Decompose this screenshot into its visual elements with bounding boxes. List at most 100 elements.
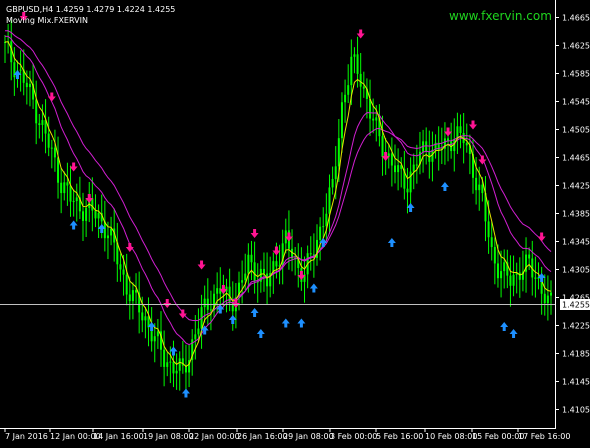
candle-body bbox=[534, 277, 537, 279]
time-tick-label: 3 Feb 00:00 bbox=[330, 432, 377, 441]
candle-body bbox=[128, 294, 131, 302]
symbol-quote-line: GBPUSD,H4 1.4259 1.4279 1.4224 1.4255 bbox=[6, 5, 176, 14]
candle-body bbox=[362, 86, 365, 89]
price-tick-label: 1.4585 bbox=[562, 70, 590, 79]
price-tick-label: 1.4545 bbox=[562, 98, 590, 107]
candle-body bbox=[72, 201, 75, 203]
candle-body bbox=[35, 99, 38, 124]
candle-body bbox=[69, 185, 72, 202]
candle-body bbox=[131, 290, 134, 302]
price-tick-label: 1.4385 bbox=[562, 210, 590, 219]
sell-arrow-icon bbox=[47, 92, 56, 102]
candle-body bbox=[496, 263, 499, 279]
price-tick-label: 1.4305 bbox=[562, 266, 590, 275]
buy-arrow-icon bbox=[256, 329, 265, 338]
candle-body bbox=[493, 247, 496, 264]
candle-body bbox=[153, 336, 156, 342]
price-tick-label: 1.4425 bbox=[562, 182, 590, 191]
time-tick-label: 17 Feb 16:00 bbox=[518, 432, 570, 441]
candle-body bbox=[406, 188, 409, 193]
candle-body bbox=[344, 94, 347, 103]
candle-body bbox=[465, 143, 468, 146]
candle-body bbox=[331, 179, 334, 188]
price-axis: 1.4665 1.4625 1.4585 1.4545 1.4505 1.4465 1.44… bbox=[555, 14, 590, 415]
candle-body bbox=[94, 210, 97, 219]
candle-body bbox=[550, 292, 552, 296]
fast-ma-line bbox=[4, 41, 552, 368]
indicator-name: Moving Mix.FXERVIN bbox=[6, 16, 88, 25]
candle-body bbox=[487, 221, 490, 238]
candle-body bbox=[543, 293, 546, 304]
candle-body bbox=[194, 334, 197, 340]
candle-body bbox=[97, 213, 100, 219]
candle-body bbox=[266, 273, 269, 287]
candle-body bbox=[38, 123, 41, 125]
candle-body bbox=[459, 126, 462, 134]
price-tick-label: 1.4625 bbox=[562, 42, 590, 51]
candle-body bbox=[347, 85, 350, 95]
candle-body bbox=[394, 165, 396, 173]
candle-body bbox=[415, 164, 418, 166]
candle-body bbox=[500, 271, 503, 279]
time-tick-label: 19 Jan 08:00 bbox=[143, 432, 194, 441]
sell-arrow-icon bbox=[197, 260, 206, 270]
sell-arrow-icon bbox=[537, 232, 546, 242]
candle-body bbox=[546, 295, 549, 304]
candle-body bbox=[63, 182, 66, 194]
candle-body bbox=[244, 273, 247, 281]
candle-body bbox=[253, 262, 256, 282]
sell-arrow-icon bbox=[469, 120, 477, 130]
buy-arrow-icon bbox=[69, 220, 78, 230]
time-tick-label: 15 Feb 00:00 bbox=[472, 432, 524, 441]
price-tick-label: 1.4345 bbox=[562, 238, 590, 247]
slow-ma-inner-line bbox=[4, 35, 552, 346]
time-axis: 7 Jan 2016 12 Jan 00:0014 Jan 16:00 19 Jan… bbox=[4, 428, 570, 441]
candle-body bbox=[57, 157, 60, 183]
candle-body bbox=[85, 207, 88, 221]
candle-body bbox=[60, 182, 63, 194]
sell-arrow-icon bbox=[250, 229, 259, 238]
candle-body bbox=[475, 177, 478, 191]
time-tick-label: 5 Feb 16:00 bbox=[376, 432, 423, 441]
candle-body bbox=[166, 362, 169, 367]
price-tick-label: 1.4105 bbox=[562, 406, 590, 415]
candle-body bbox=[82, 211, 84, 221]
candle-body bbox=[328, 187, 331, 214]
candle-body bbox=[125, 274, 128, 295]
sell-arrow-icon bbox=[478, 155, 487, 165]
chart-header: GBPUSD,H4 1.4259 1.4279 1.4224 1.4255 Mo… bbox=[6, 4, 175, 26]
time-tick-label: 10 Feb 08:00 bbox=[425, 432, 477, 441]
buy-arrow-icon bbox=[181, 388, 190, 398]
candle-body bbox=[197, 328, 200, 335]
time-tick-label: 14 Jan 16:00 bbox=[93, 432, 144, 441]
candle-body bbox=[203, 298, 206, 308]
price-chart[interactable]: 1.4665 1.4625 1.4585 1.4545 1.4505 1.4465 1.44… bbox=[0, 0, 590, 444]
candle-body bbox=[334, 166, 337, 180]
candle-body bbox=[350, 56, 353, 86]
candle-body bbox=[47, 133, 50, 148]
candle-body bbox=[503, 262, 506, 272]
candle-body bbox=[75, 197, 78, 202]
buy-arrow-icon bbox=[509, 329, 518, 338]
sell-arrow-icon bbox=[125, 243, 134, 252]
candle-body bbox=[481, 184, 484, 194]
chart-window[interactable]: 1.4665 1.4625 1.4585 1.4545 1.4505 1.4465 1.44… bbox=[0, 0, 590, 444]
candle-body bbox=[106, 235, 109, 239]
current-price-label: 1.4255 bbox=[562, 301, 590, 310]
price-tick-label: 1.4225 bbox=[562, 322, 590, 331]
candle-body bbox=[19, 69, 22, 71]
candle-body bbox=[319, 226, 322, 240]
buy-arrow-icon bbox=[281, 318, 290, 328]
price-tick-label: 1.4505 bbox=[562, 126, 590, 135]
candle-body bbox=[322, 226, 325, 228]
slow-ma-outer-line bbox=[4, 30, 552, 322]
time-axis-border bbox=[0, 428, 556, 429]
candle-body bbox=[28, 83, 31, 88]
time-tick-label: 22 Jan 00:00 bbox=[189, 432, 240, 441]
candle-body bbox=[478, 184, 481, 191]
candle-body bbox=[262, 268, 265, 274]
candle-body bbox=[122, 269, 125, 275]
candle-body bbox=[119, 264, 122, 270]
time-tick-label: 29 Jan 08:00 bbox=[283, 432, 334, 441]
candle-body bbox=[275, 261, 278, 267]
